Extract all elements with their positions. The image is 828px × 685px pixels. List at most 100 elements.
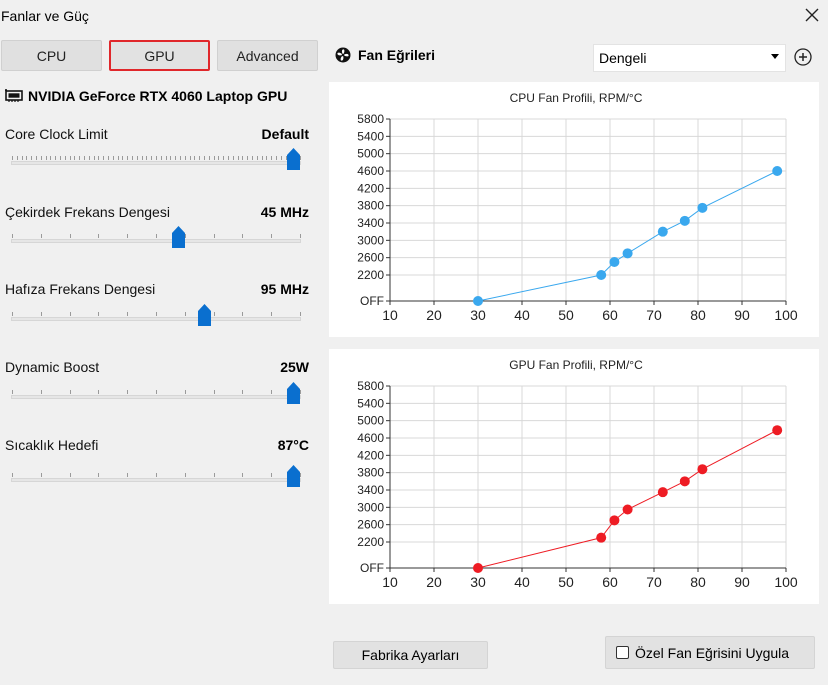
data-point: [697, 464, 708, 475]
core-offset-label: Çekirdek Frekans Dengesi: [5, 204, 170, 220]
data-point: [772, 425, 783, 436]
y-tick-label: 4600: [357, 164, 384, 178]
temperature-target-value: 87°C: [277, 437, 309, 453]
fan-curves-title: Fan Eğrileri: [358, 47, 436, 63]
x-tick-label: 70: [646, 307, 662, 323]
y-tick-label: 3800: [357, 466, 384, 480]
slider-ticks: [11, 226, 301, 238]
slider-ticks: [11, 382, 301, 394]
fan-icon: [335, 47, 351, 63]
y-tick-label: 2600: [357, 251, 384, 265]
slider-thumb[interactable]: [287, 382, 300, 404]
y-tick-label: 3000: [357, 500, 384, 514]
x-tick-label: 100: [774, 307, 798, 323]
gpu-name: NVIDIA GeForce RTX 4060 Laptop GPU: [28, 88, 288, 104]
gpu-name-header: NVIDIA GeForce RTX 4060 Laptop GPU: [5, 88, 287, 104]
cpu-fan-chart-svg: CPU Fan Profili, RPM/°C OFF 2200 2600 3000 34…: [357, 91, 798, 323]
data-point: [596, 532, 607, 543]
y-tick-label: 3800: [357, 199, 384, 213]
slider-track: [11, 161, 301, 165]
data-point: [622, 248, 633, 259]
slider-thumb[interactable]: [172, 226, 185, 248]
x-tick-label: 100: [774, 574, 798, 590]
cpu-fan-chart[interactable]: CPU Fan Profili, RPM/°C OFF 2200 2600 3000 34…: [329, 82, 819, 337]
tab-gpu[interactable]: GPU: [109, 40, 210, 71]
y-tick-label: 2200: [357, 268, 384, 282]
memory-offset-slider[interactable]: [11, 304, 301, 334]
gpu-fan-chart-svg: GPU Fan Profili, RPM/°C OFF 2200 2600 3000 34…: [357, 358, 798, 590]
core-clock-limit-slider[interactable]: [11, 148, 301, 178]
y-tick-label: 4200: [357, 181, 384, 195]
core-clock-limit-value: Default: [261, 126, 309, 142]
data-point: [679, 476, 690, 487]
x-tick-label: 10: [382, 574, 398, 590]
y-tick-label: 4200: [357, 448, 384, 462]
slider-ticks: [11, 148, 301, 160]
close-button[interactable]: [800, 4, 824, 26]
x-tick-label: 40: [514, 307, 530, 323]
fan-profile-value: Dengeli: [599, 50, 647, 66]
x-tick-label: 50: [558, 307, 574, 323]
dynamic-boost-value: 25W: [280, 359, 309, 375]
memory-offset-value: 95 MHz: [260, 281, 309, 297]
chevron-down-icon: [771, 54, 779, 59]
tab-cpu[interactable]: CPU: [1, 40, 102, 71]
apply-custom-curve-toggle[interactable]: Özel Fan Eğrisini Uygula: [605, 636, 815, 669]
data-point: [609, 257, 620, 267]
apply-curve-checkbox[interactable]: [616, 646, 629, 659]
series-line: [477, 429, 778, 569]
x-tick-label: 40: [514, 574, 530, 590]
x-tick-label: 20: [426, 307, 442, 323]
dynamic-boost-slider[interactable]: [11, 382, 301, 412]
data-point: [657, 487, 668, 498]
fan-profile-select[interactable]: Dengeli: [593, 44, 786, 72]
chart-title: CPU Fan Profili, RPM/°C: [510, 91, 643, 105]
add-profile-button[interactable]: [791, 45, 815, 69]
window-title: Fanlar ve Güç: [1, 8, 89, 24]
y-tick-label: 3400: [357, 216, 384, 230]
y-tick-label: 2600: [357, 518, 384, 532]
data-point: [657, 226, 668, 237]
y-tick-label: 5000: [357, 147, 384, 161]
factory-reset-button[interactable]: Fabrika Ayarları: [333, 641, 488, 669]
fan-curves-header: Fan Eğrileri: [335, 47, 435, 63]
gpu-card-icon: [5, 89, 23, 102]
gpu-fan-chart[interactable]: GPU Fan Profili, RPM/°C OFF 2200 2600 3000 34…: [329, 349, 819, 604]
plus-circle-icon: [794, 48, 812, 66]
data-point: [473, 563, 483, 573]
slider-thumb[interactable]: [287, 148, 300, 170]
temperature-target-slider[interactable]: [11, 465, 301, 495]
data-point: [697, 202, 708, 213]
x-tick-label: 30: [470, 574, 486, 590]
y-tick-label: OFF: [360, 294, 384, 308]
apply-curve-label: Özel Fan Eğrisini Uygula: [635, 644, 790, 661]
slider-ticks: [11, 465, 301, 477]
x-tick-label: 80: [690, 307, 706, 323]
x-tick-label: 60: [602, 574, 618, 590]
y-tick-label: 5000: [357, 414, 384, 428]
data-point: [622, 504, 633, 515]
x-tick-label: 80: [690, 574, 706, 590]
y-tick-label: 3000: [357, 233, 384, 247]
core-offset-slider[interactable]: [11, 226, 301, 256]
series-line: [477, 170, 778, 302]
slider-thumb[interactable]: [287, 465, 300, 487]
slider-track: [11, 478, 301, 482]
dynamic-boost-label: Dynamic Boost: [5, 359, 100, 375]
x-tick-label: 50: [558, 574, 574, 590]
y-tick-label: 5800: [357, 379, 384, 393]
data-point: [679, 215, 690, 226]
x-tick-label: 60: [602, 307, 618, 323]
x-tick-label: 70: [646, 574, 662, 590]
y-tick-label: 2200: [357, 535, 384, 549]
y-tick-label: 4600: [357, 431, 384, 445]
slider-ticks: [11, 304, 301, 316]
slider-track: [11, 317, 301, 321]
temperature-target-label: Sıcaklık Hedefi: [5, 437, 99, 453]
y-tick-label: OFF: [360, 561, 384, 575]
chart-title: GPU Fan Profili, RPM/°C: [509, 358, 643, 372]
slider-thumb[interactable]: [198, 304, 211, 326]
tab-advanced[interactable]: Advanced: [217, 40, 318, 71]
y-tick-label: 3400: [357, 483, 384, 497]
x-tick-label: 20: [426, 574, 442, 590]
